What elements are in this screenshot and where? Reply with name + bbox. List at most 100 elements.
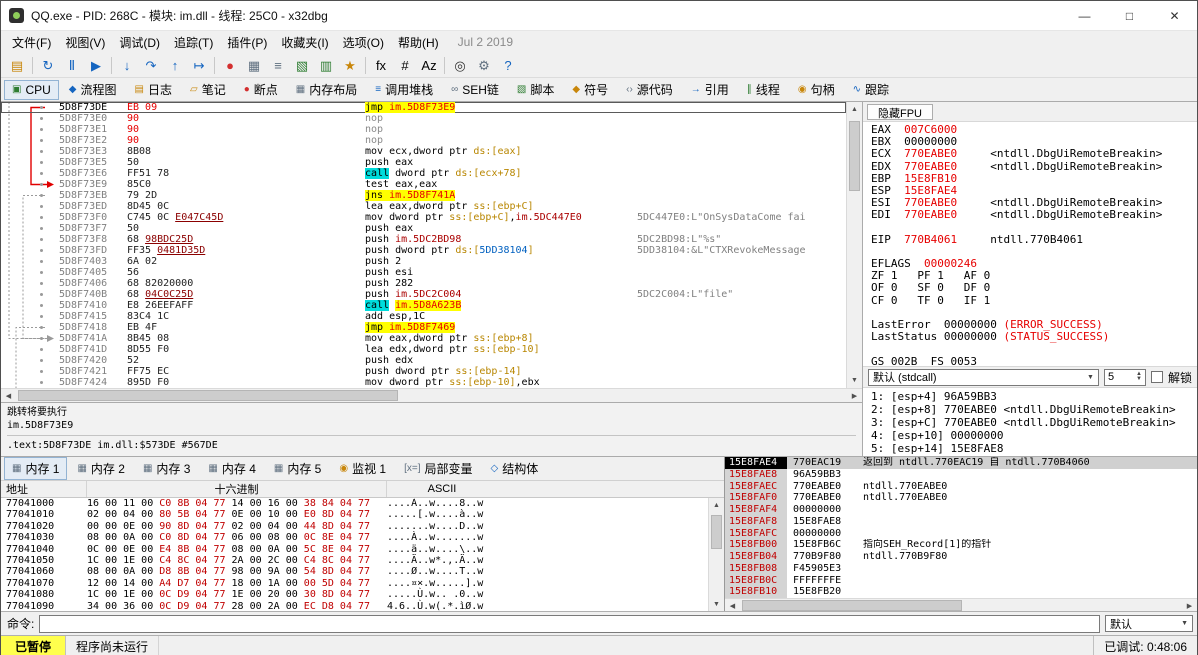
tab-breakpoints[interactable]: ●断点 xyxy=(236,78,286,101)
tab-memory-4[interactable]: ▦内存 4 xyxy=(200,457,263,480)
disasm-row-5D8F7410[interactable]: 5D8F7410E8 26EEFAFFcall im.5D8A623B xyxy=(1,300,846,311)
disasm-row-5D8F740B[interactable]: 5D8F740B68 04C0C25Dpush im.5DC2C0045DC2C… xyxy=(1,289,846,300)
breakpoint-dot[interactable] xyxy=(40,337,43,340)
menu-trace[interactable]: 追踪(T) xyxy=(167,32,220,53)
disassembly-vertical-scrollbar[interactable]: ▲ ▼ xyxy=(846,102,862,388)
dump-row[interactable]: 770410400C 00 0E 00 E4 8B 04 77 08 00 0A… xyxy=(1,544,708,555)
scroll-thumb[interactable] xyxy=(18,390,398,401)
tab-memory-5[interactable]: ▦内存 5 xyxy=(266,457,329,480)
scroll-track[interactable] xyxy=(740,599,1182,612)
scroll-down-arrow[interactable]: ▼ xyxy=(709,597,724,612)
tab-watch-1[interactable]: ◉监视 1 xyxy=(331,457,394,480)
tab-memory-2[interactable]: ▦内存 2 xyxy=(69,457,132,480)
breakpoint-dot[interactable] xyxy=(40,194,43,197)
stack-row[interactable]: 15E8FAE896A59BB3 xyxy=(725,469,1197,481)
stack-row[interactable]: 15E8FB0CFFFFFFFE xyxy=(725,575,1197,587)
tab-script[interactable]: ▧脚本 xyxy=(509,78,562,101)
unlock-checkbox[interactable] xyxy=(1151,371,1163,383)
scroll-up-arrow[interactable]: ▲ xyxy=(709,498,724,513)
disasm-row-5D8F73FD[interactable]: 5D8F73FDFF35 0481D35Dpush dword ptr ds:[… xyxy=(1,245,846,256)
tab-threads[interactable]: ∥线程 xyxy=(739,78,788,101)
hide-fpu-button[interactable]: 隐藏FPU xyxy=(867,104,933,120)
search-button[interactable]: ◎ xyxy=(448,55,472,76)
settings-button[interactable]: ⚙ xyxy=(472,55,496,76)
tab-cpu[interactable]: ▣CPU xyxy=(4,80,59,100)
dump-row[interactable]: 770410501C 00 1E 00 C4 8C 04 77 2A 00 2C… xyxy=(1,555,708,566)
dump-row[interactable]: 7704107012 00 14 00 A4 D7 04 77 18 00 1A… xyxy=(1,578,708,589)
tab-trace[interactable]: ∿跟踪 xyxy=(845,78,897,101)
menu-debug[interactable]: 调试(D) xyxy=(112,32,167,53)
breakpoint-dot[interactable] xyxy=(40,227,43,230)
close-button[interactable]: ✕ xyxy=(1152,1,1197,30)
disasm-row-5D8F73F0[interactable]: 5D8F73F0C745 0C E047C45Dmov dword ptr ss… xyxy=(1,212,846,223)
argument-count-spinner[interactable]: 5 ▲▼ xyxy=(1104,369,1146,386)
menu-file[interactable]: 文件(F) xyxy=(5,32,58,53)
scroll-down-arrow[interactable]: ▼ xyxy=(847,373,862,388)
command-profile-select[interactable]: 默认 ▼ xyxy=(1105,615,1193,632)
tab-memory-1[interactable]: ▦内存 1 xyxy=(4,457,67,480)
breakpoint-dot[interactable] xyxy=(40,370,43,373)
breakpoint-dot[interactable] xyxy=(40,139,43,142)
disasm-row-5D8F73EB[interactable]: 5D8F73EB79 2Djns im.5D8F741A xyxy=(1,190,846,201)
stack-row[interactable]: 15E8FAEC770EABE0ntdll.770EABE0 xyxy=(725,481,1197,493)
disasm-row-5D8F7420[interactable]: 5D8F742052push edx xyxy=(1,355,846,366)
disasm-row-5D8F73E2[interactable]: 5D8F73E290nop xyxy=(1,135,846,146)
maximize-button[interactable]: □ xyxy=(1107,1,1152,30)
tab-call-stack[interactable]: ≡调用堆栈 xyxy=(367,78,441,101)
tab-references[interactable]: →引用 xyxy=(683,78,737,101)
run-to-return-button[interactable]: ↦ xyxy=(187,55,211,76)
help-button[interactable]: ? xyxy=(496,55,520,76)
breakpoint-dot[interactable] xyxy=(40,150,43,153)
dump-row[interactable]: 7704106008 00 0A 00 D8 8B 04 77 98 00 9A… xyxy=(1,566,708,577)
open-file-button[interactable]: ▤ xyxy=(5,55,29,76)
dump-view[interactable]: 7704100016 00 11 00 C0 8B 04 77 14 00 16… xyxy=(1,498,708,612)
disasm-row-5D8F73E3[interactable]: 5D8F73E38B08mov ecx,dword ptr ds:[eax] xyxy=(1,146,846,157)
stack-horizontal-scrollbar[interactable]: ◀ ▶ xyxy=(725,598,1197,612)
tab-seh[interactable]: ∞SEH链 xyxy=(443,78,507,101)
breakpoint-dot[interactable] xyxy=(40,359,43,362)
tab-log[interactable]: ▤日志 xyxy=(127,78,180,101)
scroll-left-arrow[interactable]: ◀ xyxy=(1,389,16,402)
disasm-row-5D8F741A[interactable]: 5D8F741A8B45 08mov eax,dword ptr ss:[ebp… xyxy=(1,333,846,344)
stack-row[interactable]: 15E8FB04770B9F80ntdll.770B9F80 xyxy=(725,551,1197,563)
scroll-thumb[interactable] xyxy=(711,515,722,549)
memory-map-button[interactable]: ▦ xyxy=(242,55,266,76)
breakpoint-dot[interactable] xyxy=(40,172,43,175)
breakpoint-button[interactable]: ● xyxy=(218,55,242,76)
breakpoint-dot[interactable] xyxy=(40,381,43,384)
call-stack-button[interactable]: ≡ xyxy=(266,55,290,76)
tab-memory-map[interactable]: ▦内存布局 xyxy=(288,78,365,101)
breakpoint-dot[interactable] xyxy=(40,315,43,318)
breakpoint-dot[interactable] xyxy=(40,249,43,252)
stack-row[interactable]: 15E8FAE4770EAC19返回到 ntdll.770EAC19 自 ntd… xyxy=(725,457,1197,469)
disassembly-view[interactable]: 5D8F73DEEB 09jmp im.5D8F73E95D8F73E090no… xyxy=(1,102,846,388)
stack-row[interactable]: 15E8FAF815E8FAE8 xyxy=(725,516,1197,528)
breakpoint-dot[interactable] xyxy=(40,271,43,274)
hash-button[interactable]: # xyxy=(393,55,417,76)
menu-view[interactable]: 视图(V) xyxy=(58,32,112,53)
breakpoint-dot[interactable] xyxy=(40,161,43,164)
calling-convention-select[interactable]: 默认 (stdcall) ▼ xyxy=(868,369,1099,386)
stack-view[interactable]: 15E8FAE4770EAC19返回到 ntdll.770EAC19 自 ntd… xyxy=(725,457,1197,598)
stack-row[interactable]: 15E8FB08F45905E3 xyxy=(725,563,1197,575)
stack-row[interactable]: 15E8FAFC00000000 xyxy=(725,528,1197,540)
disasm-row-5D8F73E1[interactable]: 5D8F73E190nop xyxy=(1,124,846,135)
tab-notes[interactable]: ▱笔记 xyxy=(182,78,234,101)
disasm-row-5D8F73ED[interactable]: 5D8F73ED8D45 0Clea eax,dword ptr ss:[ebp… xyxy=(1,201,846,212)
disasm-row-5D8F73DE[interactable]: 5D8F73DEEB 09jmp im.5D8F73E9 xyxy=(1,102,846,113)
breakpoint-dot[interactable] xyxy=(40,293,43,296)
disasm-row-5D8F7405[interactable]: 5D8F740556push esi xyxy=(1,267,846,278)
step-out-button[interactable]: ↑ xyxy=(163,55,187,76)
tab-handles[interactable]: ◉句柄 xyxy=(790,78,843,101)
dump-row[interactable]: 770410801C 00 1E 00 0C D9 04 77 1E 00 20… xyxy=(1,589,708,600)
scroll-thumb[interactable] xyxy=(742,600,962,611)
breakpoint-dot[interactable] xyxy=(40,260,43,263)
tab-locals[interactable]: [x=]局部变量 xyxy=(396,457,480,480)
step-over-button[interactable]: ↷ xyxy=(139,55,163,76)
stack-row[interactable]: 15E8FAF0770EABE0ntdll.770EABE0 xyxy=(725,492,1197,504)
stack-row[interactable]: 15E8FAF400000000 xyxy=(725,504,1197,516)
disasm-row-5D8F73F7[interactable]: 5D8F73F750push eax xyxy=(1,223,846,234)
spinner-arrows-icon[interactable]: ▲▼ xyxy=(1136,372,1142,382)
disasm-row-5D8F73E0[interactable]: 5D8F73E090nop xyxy=(1,113,846,124)
disasm-row-5D8F7418[interactable]: 5D8F7418EB 4Fjmp im.5D8F7469 xyxy=(1,322,846,333)
